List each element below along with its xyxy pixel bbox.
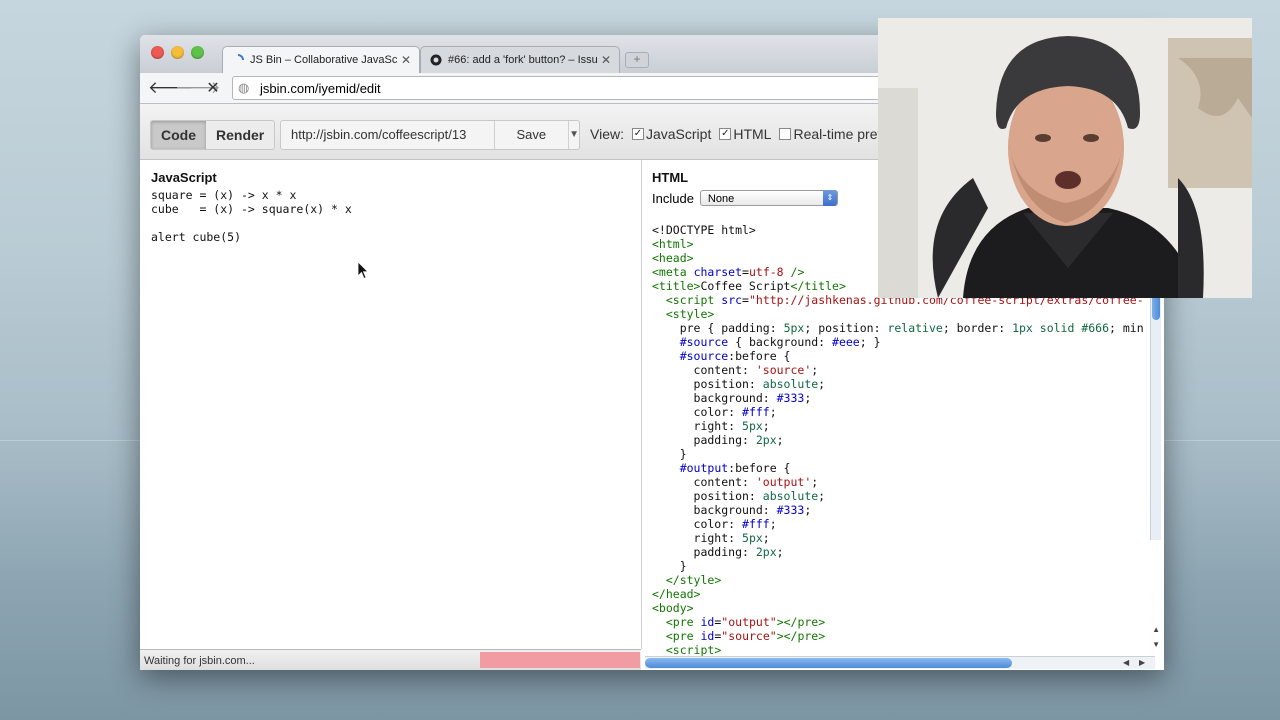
forward-arrow-icon[interactable]: 🡒: [175, 78, 221, 98]
javascript-panel[interactable]: JavaScript square = (x) -> x * x cube = …: [140, 160, 642, 649]
loading-spinner-icon: [231, 53, 245, 67]
save-menu-chevron-icon[interactable]: ▼: [569, 121, 579, 149]
mouse-cursor-icon: [358, 262, 369, 280]
address-text: jsbin.com/iyemid/edit: [260, 80, 381, 96]
new-tab-button[interactable]: +: [625, 52, 649, 68]
view-options: View: ✓ JavaScript ✓ HTML Real-time prev…: [590, 126, 906, 142]
zoom-window-button[interactable]: [191, 46, 204, 59]
tab-title: JS Bin – Collaborative JavaScript Debugg…: [250, 54, 397, 66]
javascript-panel-title: JavaScript: [151, 170, 217, 185]
loading-progress-bar: [480, 652, 640, 668]
realtime-preview-checkbox[interactable]: [779, 128, 792, 140]
render-button[interactable]: Render: [206, 121, 274, 149]
bin-url[interactable]: http://jsbin.com/coffeescript/13: [281, 121, 495, 149]
code-button[interactable]: Code: [151, 121, 206, 149]
scroll-up-arrow-icon[interactable]: ▲: [1152, 625, 1160, 634]
scroll-right-arrow-icon[interactable]: ▶: [1139, 658, 1145, 667]
scroll-down-arrow-icon[interactable]: ▼: [1152, 640, 1160, 649]
globe-icon: ◍: [238, 80, 250, 95]
stop-loading-icon[interactable]: ✕: [203, 78, 223, 98]
webcam-overlay: [878, 18, 1252, 298]
status-bar: Waiting for jsbin.com...: [140, 649, 641, 670]
include-selected-value: None: [707, 193, 735, 205]
include-select[interactable]: None ⇕: [699, 190, 838, 206]
tab-github-issue[interactable]: #66: add a 'fork' button? – Issues ✕: [420, 46, 620, 73]
tab-title: #66: add a 'fork' button? – Issues: [448, 54, 597, 66]
view-label: View:: [590, 126, 624, 142]
tab-close-icon[interactable]: ✕: [401, 53, 411, 67]
status-text: Waiting for jsbin.com...: [144, 655, 255, 667]
github-icon: [429, 53, 443, 67]
include-label: Include: [652, 190, 694, 206]
select-arrows-icon: ⇕: [822, 190, 837, 206]
scrollbar-thumb[interactable]: [645, 658, 1012, 668]
close-window-button[interactable]: [151, 46, 164, 59]
minimize-window-button[interactable]: [171, 46, 184, 59]
presenter-video-image: [878, 18, 1252, 298]
javascript-option-label: JavaScript: [645, 126, 712, 142]
html-panel-title: HTML: [652, 170, 689, 185]
javascript-editor[interactable]: square = (x) -> x * x cube = (x) -> squa…: [151, 188, 352, 244]
tab-jsbin[interactable]: JS Bin – Collaborative JavaScript Debugg…: [222, 46, 420, 73]
html-horizontal-scrollbar[interactable]: ◀ ▶: [645, 656, 1155, 669]
save-button[interactable]: Save: [495, 121, 570, 149]
html-checkbox[interactable]: ✓: [719, 128, 732, 140]
mode-switch: Code Render: [150, 120, 276, 150]
include-row: Include None ⇕: [652, 190, 838, 206]
window-controls: [151, 46, 204, 59]
scroll-left-arrow-icon[interactable]: ◀: [1123, 658, 1129, 667]
tab-close-icon[interactable]: ✕: [601, 53, 611, 67]
html-option-label: HTML: [733, 126, 772, 142]
bin-url-box: http://jsbin.com/coffeescript/13 Save ▼: [280, 120, 580, 150]
javascript-checkbox[interactable]: ✓: [631, 128, 644, 140]
back-arrow-icon[interactable]: 🡐: [148, 78, 194, 98]
